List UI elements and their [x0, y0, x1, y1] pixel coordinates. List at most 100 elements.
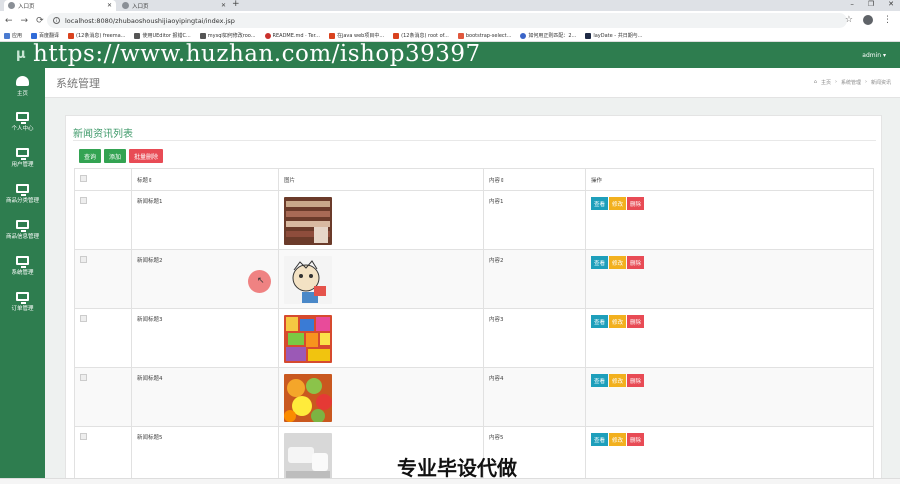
- info-icon[interactable]: i: [53, 17, 60, 24]
- edit-button[interactable]: 修改: [609, 374, 627, 387]
- bookmark-item[interactable]: 在java web项目中...: [328, 32, 384, 39]
- edit-button[interactable]: 修改: [609, 315, 627, 328]
- bookmark-item[interactable]: bootstrap-select...: [457, 32, 512, 39]
- page-header: 系统管理 ⌂ 主页 › 系统管理 › 新闻资讯: [45, 68, 900, 98]
- page-icon: [457, 32, 464, 39]
- row-title: 新闻标题1: [131, 190, 279, 250]
- bookmark-label: bootstrap-select...: [465, 32, 512, 39]
- bookmark-item[interactable]: 如何用正则匹配：2...: [520, 32, 576, 39]
- row-checkbox[interactable]: [80, 197, 87, 204]
- select-all-checkbox[interactable]: [80, 175, 87, 182]
- sidebar-item-system[interactable]: 系统管理: [0, 248, 45, 284]
- sidebar-item-label: 商品信息管理: [5, 234, 39, 240]
- delete-button[interactable]: 删除: [627, 197, 645, 210]
- delete-button[interactable]: 删除: [627, 256, 645, 269]
- breadcrumb-current: 新闻资讯: [870, 80, 891, 86]
- bookmark-item[interactable]: README.md · Ter...: [264, 32, 320, 39]
- sidebar-item-label: 用户管理: [11, 162, 34, 168]
- window-controls: – ❐ ✕: [850, 0, 894, 8]
- minimize-icon[interactable]: –: [850, 0, 854, 8]
- row-checkbox[interactable]: [80, 315, 87, 322]
- monitor-icon: [16, 148, 29, 160]
- row-checkbox[interactable]: [80, 256, 87, 263]
- tab-label: 入口页: [132, 3, 149, 10]
- row-actions: 查看 修改 删除: [591, 315, 868, 328]
- user-menu[interactable]: admin ▾: [862, 52, 886, 59]
- column-label: 内容: [489, 177, 501, 184]
- edit-button[interactable]: 修改: [609, 256, 627, 269]
- row-content: 内容2: [483, 249, 586, 309]
- divider: [73, 140, 876, 141]
- close-window-icon[interactable]: ✕: [888, 0, 894, 8]
- close-icon[interactable]: ✕: [221, 2, 226, 9]
- restore-icon[interactable]: ❐: [868, 0, 874, 8]
- view-button[interactable]: 查看: [591, 256, 609, 269]
- sidebar-item-products[interactable]: 商品信息管理: [0, 212, 45, 248]
- reload-icon[interactable]: ⟳: [36, 16, 44, 26]
- row-checkbox[interactable]: [80, 374, 87, 381]
- laydate-icon: [585, 32, 592, 39]
- news-table: 标题⇕ 图片 内容⇕ 操作 新闻标题1 内容1 查看 修改 删除 新闻标题2 内…: [74, 168, 874, 484]
- sidebar-item-label: 主页: [16, 90, 28, 97]
- delete-button[interactable]: 删除: [627, 315, 645, 328]
- bookmark-item[interactable]: layDate - 共日期与...: [585, 32, 642, 39]
- add-button[interactable]: 添加: [104, 149, 127, 163]
- batch-delete-button[interactable]: 批量删除: [129, 149, 164, 163]
- view-button[interactable]: 查看: [591, 433, 609, 446]
- mouse-cursor-highlight: [248, 270, 271, 293]
- view-button[interactable]: 查看: [591, 315, 609, 328]
- table-row: 新闻标题1 内容1 查看 修改 删除: [74, 190, 874, 250]
- sidebar-item-users[interactable]: 用户管理: [0, 140, 45, 176]
- news-image[interactable]: [284, 197, 332, 245]
- gitee-icon: [264, 32, 271, 39]
- edit-button[interactable]: 修改: [609, 197, 627, 210]
- close-icon[interactable]: ✕: [107, 2, 112, 9]
- address-bar[interactable]: i localhost:8080/zhubaoshoushijiaoyiping…: [47, 13, 847, 28]
- sidebar-item-home[interactable]: 主页: [0, 68, 45, 104]
- news-image[interactable]: [284, 374, 332, 422]
- news-image[interactable]: [284, 256, 332, 304]
- column-header-title[interactable]: 标题⇕: [131, 168, 279, 191]
- view-button[interactable]: 查看: [591, 374, 609, 387]
- browser-tab-1[interactable]: 入口页 ✕: [4, 0, 116, 11]
- view-button[interactable]: 查看: [591, 197, 609, 210]
- sidebar-item-profile[interactable]: 个人中心: [0, 104, 45, 140]
- bookmark-item[interactable]: mysql如何修改roo...: [199, 32, 256, 39]
- sort-icon[interactable]: ⇕: [148, 178, 153, 184]
- bookmark-item[interactable]: (12条消息) freema...: [68, 32, 125, 39]
- sidebar-item-orders[interactable]: 订单管理: [0, 284, 45, 320]
- url-text: localhost:8080/zhubaoshoushijiaoyipingta…: [65, 16, 235, 25]
- row-checkbox[interactable]: [80, 433, 87, 440]
- monitor-icon: [16, 220, 29, 232]
- table-row: 新闻标题3 内容3 查看 修改 删除: [74, 308, 874, 368]
- bookmark-item[interactable]: (12条消息) root of...: [393, 32, 449, 39]
- sidebar-item-categories[interactable]: 商品分类管理: [0, 176, 45, 212]
- main-content: 系统管理 ⌂ 主页 › 系统管理 › 新闻资讯 新闻资讯列表 查询 添加 批量删…: [45, 68, 900, 484]
- row-content: 内容4: [483, 367, 586, 427]
- new-tab-button[interactable]: +: [232, 0, 240, 9]
- forward-icon[interactable]: →: [21, 16, 29, 26]
- row-content: 内容1: [483, 190, 586, 250]
- menu-icon[interactable]: ⋮: [883, 15, 892, 25]
- sort-icon[interactable]: ⇕: [500, 178, 505, 184]
- breadcrumb-home[interactable]: 主页: [821, 79, 831, 86]
- sidebar-item-label: 个人中心: [11, 126, 34, 132]
- back-icon[interactable]: ←: [5, 16, 13, 26]
- search-button[interactable]: 查询: [79, 149, 102, 163]
- edit-button[interactable]: 修改: [609, 433, 627, 446]
- news-image[interactable]: [284, 315, 332, 363]
- delete-button[interactable]: 删除: [627, 433, 645, 446]
- column-header-content[interactable]: 内容⇕: [483, 168, 586, 191]
- row-title: 新闻标题3: [131, 308, 279, 368]
- row-content: 内容3: [483, 308, 586, 368]
- bookmark-apps[interactable]: 应用: [4, 32, 22, 39]
- table-header-row: 标题⇕ 图片 内容⇕ 操作: [74, 168, 874, 191]
- bookmark-item[interactable]: 使用UEditor 报错C...: [134, 32, 191, 39]
- delete-button[interactable]: 删除: [627, 374, 645, 387]
- profile-avatar[interactable]: [863, 15, 873, 25]
- bookmark-star-icon[interactable]: ☆: [845, 15, 853, 25]
- news-image[interactable]: [284, 433, 332, 481]
- breadcrumb-section[interactable]: 系统管理: [841, 79, 861, 86]
- browser-tab-2[interactable]: 入口页 ✕: [118, 0, 230, 11]
- bookmark-item[interactable]: 百度翻译: [31, 32, 59, 39]
